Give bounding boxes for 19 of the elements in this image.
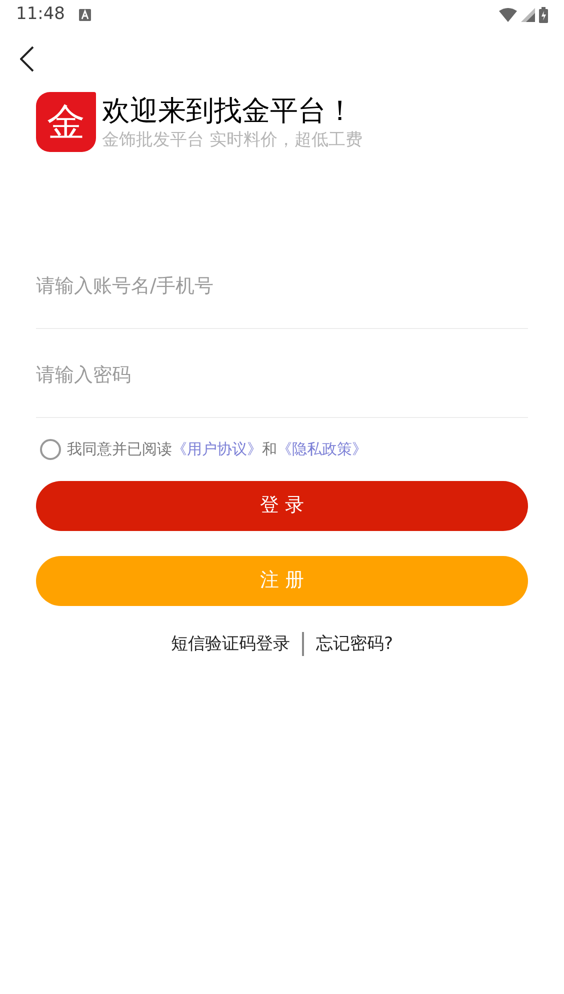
notification-icon — [79, 9, 91, 21]
password-field[interactable]: 请输入密码 — [36, 329, 528, 418]
agreement-text: 我同意并已阅读 — [67, 439, 172, 460]
agreement-joiner: 和 — [262, 439, 277, 460]
battery-icon — [539, 7, 548, 23]
privacy-policy-link[interactable]: 《隐私政策》 — [277, 438, 367, 460]
status-time: 11:48 — [16, 3, 65, 26]
signal-icon — [521, 8, 535, 22]
welcome-subtitle: 金饰批发平台 实时料价，超低工费 — [102, 129, 362, 151]
wifi-icon — [499, 8, 517, 22]
account-field[interactable]: 请输入账号名/手机号 — [36, 240, 528, 329]
back-icon — [20, 46, 34, 72]
user-agreement-link[interactable]: 《用户协议》 — [172, 438, 262, 460]
app-logo: 金 — [36, 92, 96, 152]
welcome-title: 欢迎来到找金平台！ — [102, 93, 355, 129]
login-button[interactable]: 登 录 — [36, 480, 528, 530]
sms-login-link[interactable]: 短信验证码登录 — [170, 632, 290, 657]
agree-checkbox[interactable] — [40, 438, 61, 460]
forgot-password-link[interactable]: 忘记密码? — [316, 632, 394, 657]
